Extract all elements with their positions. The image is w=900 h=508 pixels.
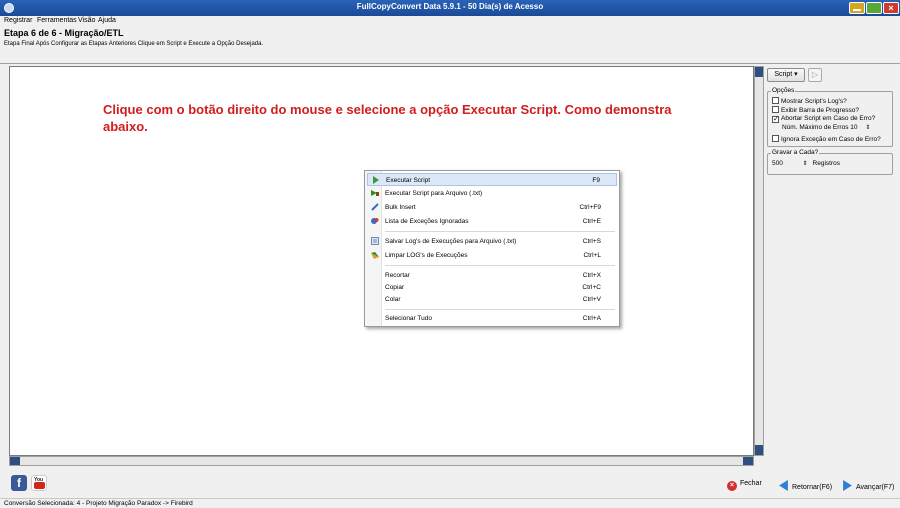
option-abortar-script[interactable]: ✓ Abortar Script em Caso de Erro? [772,115,875,123]
spinner-arrows-icon[interactable]: ⇕ [865,125,870,131]
status-bar: Conversão Selecionada: 4 - Projeto Migra… [0,498,900,508]
option-barra-progresso[interactable]: Exibir Barra de Progresso? [772,106,859,114]
status-text: Conversão Selecionada: 4 - Projeto Migra… [4,500,193,507]
exceptions-icon [371,218,379,224]
maximize-button[interactable] [866,2,882,14]
menu-item-executar-script-arquivo[interactable]: Executar Script para Arquivo (.txt) [367,187,617,200]
next-button[interactable]: Avançar(F7) [842,480,894,491]
scroll-left-button[interactable] [10,457,20,465]
scroll-right-button[interactable] [743,457,753,465]
script-dropdown-button[interactable]: Script ▾ [767,68,805,82]
save-every-value[interactable]: 500 [772,160,783,167]
close-window-button[interactable]: × [883,2,899,14]
options-group: Opções Mostrar Script's Log's? Exibir Ba… [767,87,893,147]
step-description: Etapa Final Após Configurar as Etapas An… [4,41,264,47]
arrow-left-icon [779,480,788,491]
run-to-file-icon [371,190,379,196]
menu-ferramentas[interactable]: Ferramentas [37,17,77,24]
bulk-insert-icon [371,203,379,211]
max-errors-value[interactable]: 10 [850,124,857,131]
spinner-arrows-icon[interactable]: ⇕ [803,161,808,167]
header-divider [0,63,900,64]
menu-item-lista-excecoes[interactable]: Lista de Exceções Ignoradas Ctrl+E [367,215,617,228]
scroll-up-button[interactable] [755,67,763,77]
checkbox[interactable] [772,135,779,142]
menu-ajuda[interactable]: Ajuda [98,17,116,24]
clear-log-icon [371,252,379,259]
option-mostrar-logs[interactable]: Mostrar Script's Log's? [772,97,847,105]
vertical-scrollbar[interactable] [754,66,764,456]
checkbox[interactable] [772,97,779,104]
back-button[interactable]: Retornar(F6) [778,480,832,491]
run-script-button[interactable]: ▷ [808,68,822,82]
window-title: FullCopyConvert Data 5.9.1 - 50 Dia(s) d… [356,2,544,11]
save-every-row: 500 ⇕ Registros [772,160,840,167]
youtube-icon[interactable]: You [31,475,47,491]
option-ignora-excecao[interactable]: Ignora Exceção em Caso de Erro? [772,135,881,143]
horizontal-scrollbar[interactable] [9,456,754,466]
play-icon [373,176,379,184]
scroll-down-button[interactable] [755,445,763,455]
menu-item-executar-script[interactable]: Executar Script F9 [367,173,617,186]
facebook-icon[interactable]: f [11,475,27,491]
arrow-right-icon [843,480,852,491]
menu-visao[interactable]: Visão [78,17,95,24]
close-icon: × [727,481,737,491]
menu-item-salvar-logs[interactable]: Salvar Log's de Execuções para Arquivo (… [367,235,617,248]
checkbox[interactable] [772,106,779,113]
menu-registrar[interactable]: Registrar [4,17,32,24]
close-button[interactable]: × Fechar [727,480,762,491]
menu-item-limpar-logs[interactable]: Limpar LOG's de Execuções Ctrl+L [367,249,617,262]
save-log-icon [371,237,379,245]
save-every-group: Gravar a Cada? 500 ⇕ Registros [767,149,893,175]
menu-bar: Registrar Ferramentas Visão Ajuda [0,16,900,27]
checkbox-checked[interactable]: ✓ [772,116,779,123]
menu-item-selecionar-tudo[interactable]: Selecionar Tudo Ctrl+A [367,312,617,325]
minimize-button[interactable] [849,2,865,14]
context-menu: Executar Script F9 Executar Script para … [364,170,620,327]
menu-item-colar[interactable]: Colar Ctrl+V [367,293,617,306]
play-icon: ▷ [811,70,819,79]
max-errors-row: Núm. Máximo de Erros 10 ⇕ [782,124,871,131]
step-title: Etapa 6 de 6 - Migração/ETL [4,28,124,38]
instruction-text: Clique com o botão direito do mouse e se… [103,102,672,134]
title-bar: FullCopyConvert Data 5.9.1 - 50 Dia(s) d… [0,0,900,16]
menu-item-bulk-insert[interactable]: Bulk Insert Ctrl+F9 [367,201,617,214]
